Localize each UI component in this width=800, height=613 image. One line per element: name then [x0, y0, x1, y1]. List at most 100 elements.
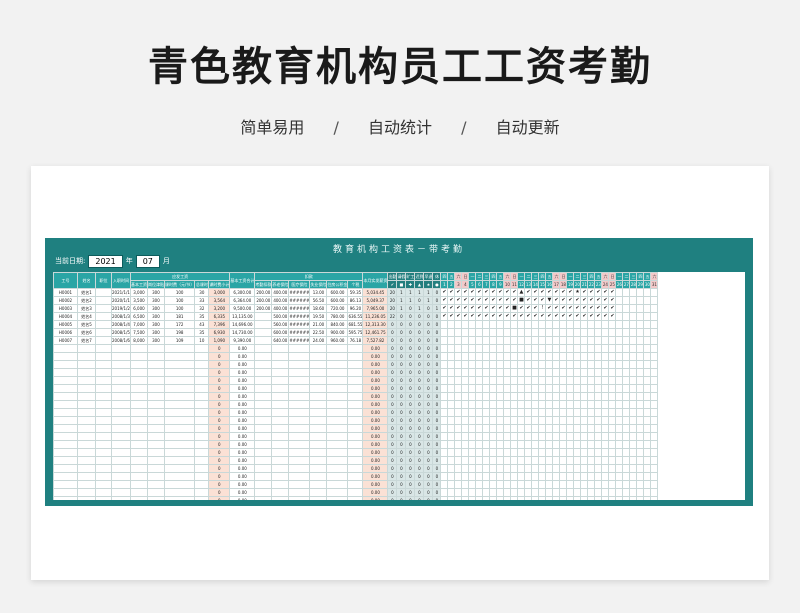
cell-attendance-mark[interactable]: ✔ — [482, 304, 491, 313]
cell-attendance-mark[interactable] — [468, 320, 477, 329]
cell-attendance-mark[interactable]: ✔ — [475, 304, 484, 313]
cell-attendance-mark[interactable]: ✔ — [594, 296, 603, 305]
cell-attendance-mark[interactable]: ✔ — [454, 304, 463, 313]
cell-attendance-mark[interactable] — [489, 320, 498, 329]
cell-attendance-mark[interactable]: ✔ — [454, 288, 463, 297]
cell-attendance-mark[interactable]: ✔ — [559, 312, 568, 321]
cell-attendance-mark[interactable] — [454, 328, 463, 337]
cell-attendance-mark[interactable] — [629, 312, 638, 321]
cell-attendance-mark[interactable] — [468, 328, 477, 337]
cell-attendance-mark[interactable] — [608, 320, 617, 329]
cell-attendance-mark[interactable] — [629, 336, 638, 345]
cell-attendance-mark[interactable] — [629, 328, 638, 337]
cell-attendance-mark[interactable] — [489, 336, 498, 345]
cell-attendance-mark[interactable] — [573, 336, 582, 345]
table-row-empty[interactable]: 00.000.00000000 — [53, 392, 659, 401]
cell-attendance-mark[interactable] — [629, 288, 638, 297]
cell-attendance-mark[interactable] — [454, 336, 463, 345]
cell-attendance-mark[interactable] — [629, 304, 638, 313]
cell-attendance-mark[interactable] — [622, 288, 631, 297]
cell-attendance-mark[interactable]: ■ — [510, 304, 519, 313]
cell-attendance-mark[interactable]: ✔ — [454, 312, 463, 321]
table-row-empty[interactable]: 00.000.00000000 — [53, 352, 659, 361]
cell-attendance-mark[interactable] — [447, 336, 456, 345]
cell-attendance-mark[interactable] — [587, 320, 596, 329]
cell-attendance-mark[interactable]: ✔ — [496, 312, 505, 321]
cell-attendance-mark[interactable]: ✔ — [468, 312, 477, 321]
cell-attendance-mark[interactable] — [559, 328, 568, 337]
cell-attendance-mark[interactable]: ✔ — [496, 288, 505, 297]
cell-attendance-mark[interactable] — [622, 320, 631, 329]
table-row-empty[interactable]: 00.000.00000000 — [53, 496, 659, 500]
cell-attendance-mark[interactable] — [643, 320, 652, 329]
cell-attendance-mark[interactable] — [636, 328, 645, 337]
cell-attendance-mark[interactable] — [615, 312, 624, 321]
cell-attendance-mark[interactable]: ✔ — [447, 304, 456, 313]
cell-attendance-mark[interactable] — [615, 288, 624, 297]
cell-attendance-mark[interactable]: ✔ — [517, 304, 526, 313]
cell-attendance-mark[interactable]: ✔ — [608, 312, 617, 321]
cell-attendance-mark[interactable]: ✔ — [601, 304, 610, 313]
cell-attendance-mark[interactable] — [615, 328, 624, 337]
cell-attendance-mark[interactable]: ✔ — [538, 296, 547, 305]
cell-attendance-mark[interactable] — [608, 328, 617, 337]
cell-attendance-mark[interactable]: ✔ — [566, 304, 575, 313]
table-row-empty[interactable]: 00.000.00000000 — [53, 448, 659, 457]
cell-attendance-mark[interactable]: ✔ — [489, 288, 498, 297]
table-row-empty[interactable]: 00.000.00000000 — [53, 416, 659, 425]
cell-attendance-mark[interactable] — [566, 320, 575, 329]
cell-attendance-mark[interactable]: ✔ — [601, 288, 610, 297]
table-row-empty[interactable]: 00.000.00000000 — [53, 464, 659, 473]
table-row[interactable]: H0004 姓名4 2008/1/3 6,500 300 181 35 6,335 13,135… — [53, 312, 659, 321]
cell-attendance-mark[interactable] — [517, 336, 526, 345]
cell-attendance-mark[interactable] — [580, 336, 589, 345]
cell-attendance-mark[interactable] — [545, 336, 554, 345]
cell-attendance-mark[interactable]: ! — [538, 304, 547, 313]
cell-attendance-mark[interactable]: ✔ — [475, 312, 484, 321]
cell-attendance-mark[interactable] — [650, 328, 659, 337]
cell-attendance-mark[interactable] — [496, 328, 505, 337]
cell-attendance-mark[interactable] — [538, 336, 547, 345]
cell-attendance-mark[interactable]: ▼ — [545, 296, 554, 305]
cell-attendance-mark[interactable]: ✔ — [566, 296, 575, 305]
table-row[interactable]: H0005 姓名5 2008/1/4 7,000 300 172 43 7,396 14,696… — [53, 320, 659, 329]
cell-attendance-mark[interactable]: ✔ — [601, 312, 610, 321]
cell-attendance-mark[interactable]: ✔ — [538, 288, 547, 297]
cell-attendance-mark[interactable] — [629, 296, 638, 305]
cell-attendance-mark[interactable] — [538, 320, 547, 329]
cell-attendance-mark[interactable]: ✔ — [531, 296, 540, 305]
table-row-empty[interactable]: 00.000.00000000 — [53, 440, 659, 449]
cell-attendance-mark[interactable]: ✔ — [482, 296, 491, 305]
cell-attendance-mark[interactable]: ✔ — [531, 304, 540, 313]
cell-attendance-mark[interactable] — [615, 296, 624, 305]
table-row[interactable]: H0007 姓名7 2008/1/6 8,000 300 109 10 1,090 9,390.… — [53, 336, 659, 345]
cell-attendance-mark[interactable] — [594, 336, 603, 345]
table-row-empty[interactable]: 00.000.00000000 — [53, 384, 659, 393]
cell-attendance-mark[interactable]: ✔ — [475, 288, 484, 297]
cell-attendance-mark[interactable] — [461, 328, 470, 337]
cell-attendance-mark[interactable] — [454, 320, 463, 329]
cell-attendance-mark[interactable] — [559, 320, 568, 329]
cell-attendance-mark[interactable]: ✔ — [468, 288, 477, 297]
cell-attendance-mark[interactable]: ✔ — [552, 312, 561, 321]
cell-attendance-mark[interactable] — [594, 328, 603, 337]
cell-attendance-mark[interactable]: ✔ — [454, 296, 463, 305]
cell-attendance-mark[interactable] — [510, 336, 519, 345]
cell-attendance-mark[interactable] — [482, 336, 491, 345]
cell-attendance-mark[interactable]: ✔ — [461, 312, 470, 321]
cell-attendance-mark[interactable]: ✔ — [440, 288, 449, 297]
cell-attendance-mark[interactable]: ■ — [517, 296, 526, 305]
cell-attendance-mark[interactable]: ✔ — [538, 312, 547, 321]
cell-attendance-mark[interactable] — [489, 328, 498, 337]
cell-attendance-mark[interactable] — [531, 336, 540, 345]
cell-attendance-mark[interactable]: ✔ — [594, 312, 603, 321]
cell-attendance-mark[interactable]: ✔ — [503, 296, 512, 305]
cell-attendance-mark[interactable] — [601, 336, 610, 345]
cell-attendance-mark[interactable] — [461, 336, 470, 345]
cell-attendance-mark[interactable]: ✔ — [503, 304, 512, 313]
cell-attendance-mark[interactable] — [496, 320, 505, 329]
cell-attendance-mark[interactable] — [650, 312, 659, 321]
cell-attendance-mark[interactable] — [622, 312, 631, 321]
cell-attendance-mark[interactable] — [573, 320, 582, 329]
cell-attendance-mark[interactable] — [615, 320, 624, 329]
